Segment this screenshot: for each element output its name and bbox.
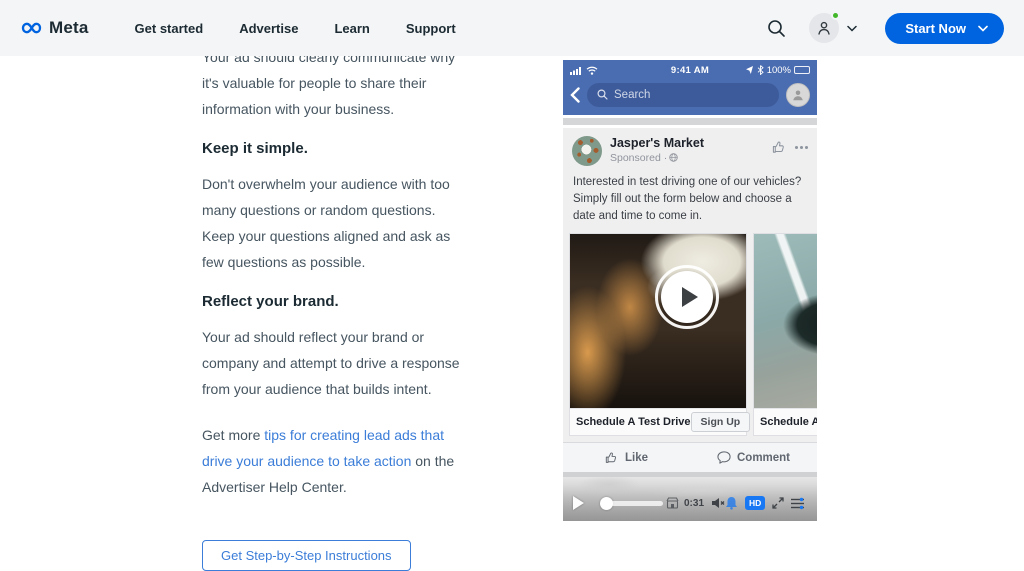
search-icon[interactable] bbox=[765, 17, 787, 39]
online-status-dot bbox=[831, 11, 840, 20]
top-nav: Meta Get started Advertise Learn Support bbox=[0, 0, 1024, 56]
nav-right: Start Now bbox=[765, 13, 1004, 44]
notification-bell-icon bbox=[725, 496, 738, 510]
status-right: 100% bbox=[740, 65, 810, 76]
post-head-icons bbox=[772, 136, 808, 155]
brand-name: Meta bbox=[49, 18, 89, 38]
wifi-icon bbox=[586, 66, 598, 75]
carousel-card-2: Schedule A T bbox=[753, 233, 817, 436]
fb-search-row: Search bbox=[570, 83, 810, 107]
carousel-card-1: Schedule A Test Drive Sign Up bbox=[569, 233, 747, 436]
card-1-footer: Schedule A Test Drive Sign Up bbox=[570, 408, 746, 435]
ad-carousel: Schedule A Test Drive Sign Up Schedule A… bbox=[563, 233, 817, 436]
start-now-label: Start Now bbox=[905, 21, 966, 36]
phone-status-bar: 9:41 AM 100% bbox=[570, 63, 810, 78]
more-tips-paragraph: Get more tips for creating lead ads that… bbox=[202, 422, 466, 500]
battery-percent: 100% bbox=[767, 65, 791, 76]
account-avatar[interactable] bbox=[809, 13, 839, 43]
big-play-button[interactable] bbox=[661, 271, 713, 323]
header-divider bbox=[563, 115, 817, 128]
volume-muted-icon[interactable] bbox=[711, 497, 726, 509]
location-arrow-icon bbox=[746, 66, 754, 74]
card-2-footer: Schedule A T bbox=[754, 408, 817, 435]
page-name: Jasper's Market bbox=[610, 136, 772, 150]
progress-track[interactable] bbox=[611, 501, 663, 506]
storefront-icon bbox=[666, 497, 679, 509]
comment-label: Comment bbox=[737, 452, 790, 464]
nav-item-learn[interactable]: Learn bbox=[334, 21, 369, 36]
comment-action: Comment bbox=[690, 451, 817, 464]
post-body-text: Interested in test driving one of our ve… bbox=[563, 170, 817, 234]
sign-up-button: Sign Up bbox=[691, 412, 751, 432]
sponsored-label: Sponsored · bbox=[610, 152, 772, 164]
cell-signal-icon bbox=[570, 66, 583, 75]
start-now-chevron-down-icon bbox=[978, 25, 988, 32]
nav-item-get-started[interactable]: Get started bbox=[135, 21, 204, 36]
play-icon[interactable] bbox=[573, 496, 584, 510]
like-icon bbox=[605, 451, 619, 465]
comment-icon bbox=[717, 451, 731, 464]
video-bottom-frame: 0:31 HD bbox=[563, 477, 817, 521]
more-tips-prefix: Get more bbox=[202, 427, 264, 443]
meta-infinity-icon bbox=[20, 20, 45, 36]
card-1-title: Schedule A Test Drive bbox=[576, 416, 691, 428]
nav-item-support[interactable]: Support bbox=[406, 21, 456, 36]
big-play-triangle-icon bbox=[682, 287, 698, 307]
video-time: 0:31 bbox=[684, 498, 704, 509]
card-2-image-car-road bbox=[754, 234, 817, 408]
post-head-text: Jasper's Market Sponsored · bbox=[610, 136, 772, 164]
thumbs-up-icon bbox=[772, 140, 787, 155]
start-now-button[interactable]: Start Now bbox=[885, 13, 1004, 44]
meta-logo[interactable]: Meta bbox=[20, 18, 89, 38]
magnifier-icon bbox=[597, 89, 608, 100]
get-instructions-button[interactable]: Get Step-by-Step Instructions bbox=[202, 540, 411, 571]
account-chevron-down-icon[interactable] bbox=[847, 25, 857, 32]
status-time: 9:41 AM bbox=[640, 65, 740, 76]
card-2-title: Schedule A T bbox=[760, 416, 817, 428]
globe-icon bbox=[669, 153, 678, 162]
more-options-icon bbox=[795, 146, 808, 149]
article-column: Your ad should clearly communicate why i… bbox=[202, 44, 466, 571]
section-heading-reflect-your-brand: Reflect your brand. bbox=[202, 293, 466, 310]
section-body-keep-it-simple: Don't overwhelm your audience with too m… bbox=[202, 171, 466, 275]
jaspers-market-avatar bbox=[572, 136, 602, 166]
fb-search-placeholder: Search bbox=[614, 89, 650, 101]
nav-links: Get started Advertise Learn Support bbox=[135, 21, 456, 36]
fb-profile-avatar bbox=[786, 83, 810, 107]
post-actions-row: Like Comment bbox=[563, 442, 817, 472]
battery-icon bbox=[794, 66, 810, 74]
status-left bbox=[570, 66, 640, 75]
section-heading-keep-it-simple: Keep it simple. bbox=[202, 140, 466, 157]
progress-scrubber[interactable] bbox=[600, 497, 663, 510]
hd-quality-badge[interactable]: HD bbox=[745, 496, 765, 510]
video-player[interactable]: 9:41 AM 100% Search bbox=[563, 56, 817, 521]
like-action: Like bbox=[563, 451, 690, 465]
fb-mobile-header: 9:41 AM 100% Search bbox=[563, 60, 817, 115]
fb-search-field: Search bbox=[587, 83, 779, 107]
video-controls: 0:31 HD bbox=[563, 485, 817, 521]
bluetooth-icon bbox=[757, 65, 764, 75]
nav-item-advertise[interactable]: Advertise bbox=[239, 21, 298, 36]
like-label: Like bbox=[625, 452, 648, 464]
back-chevron-icon bbox=[570, 87, 580, 103]
post-header: Jasper's Market Sponsored · bbox=[563, 128, 817, 170]
fullscreen-icon[interactable] bbox=[772, 497, 784, 509]
section-body-reflect-your-brand: Your ad should reflect your brand or com… bbox=[202, 324, 466, 402]
settings-sliders-icon[interactable] bbox=[790, 497, 805, 510]
card-1-image-car-interior bbox=[570, 234, 746, 408]
